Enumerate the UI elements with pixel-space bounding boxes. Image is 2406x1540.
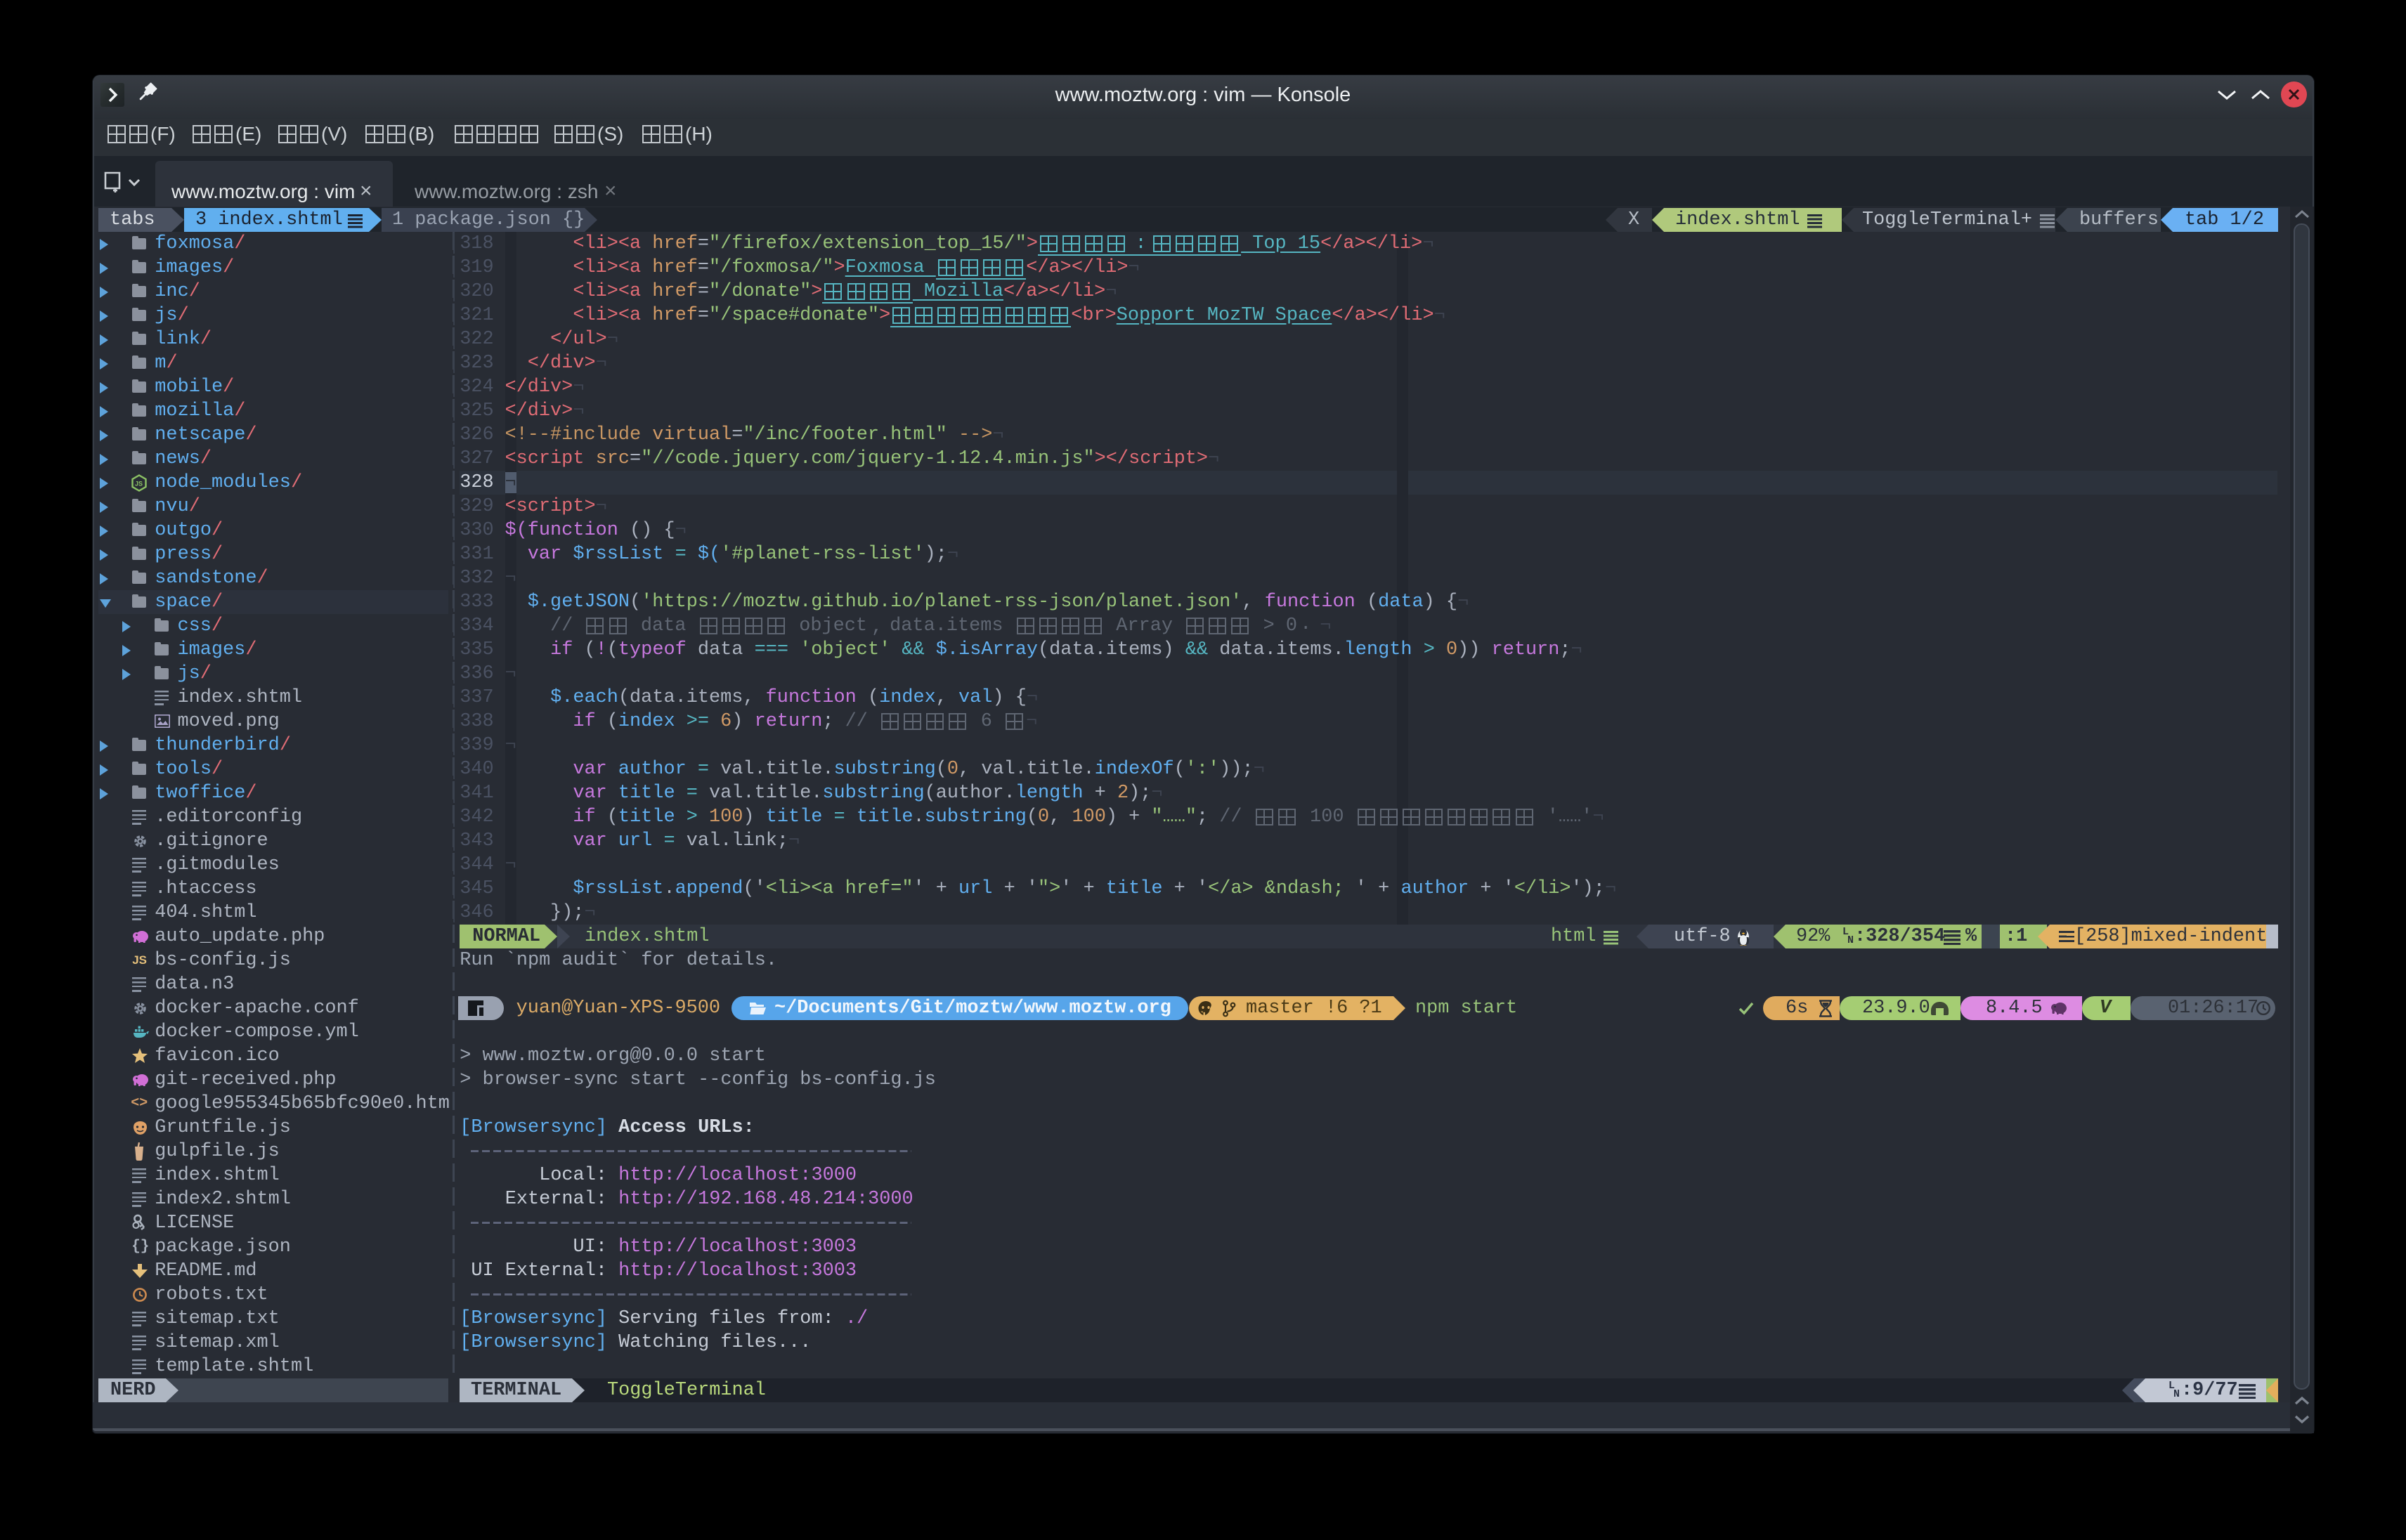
svg-text:JS: JS xyxy=(135,481,143,488)
